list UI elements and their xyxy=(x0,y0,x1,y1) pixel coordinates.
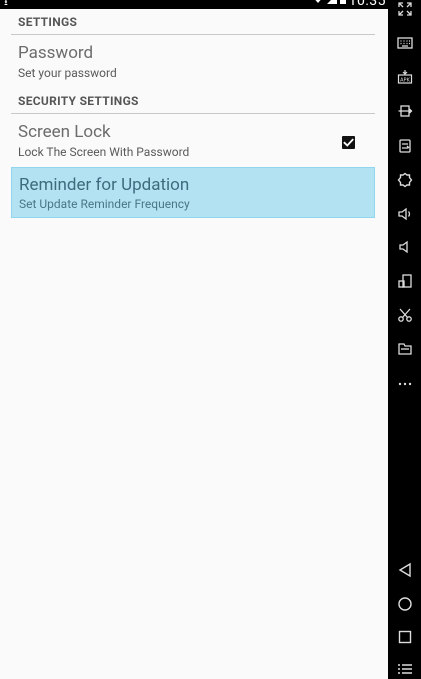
volume-down-icon[interactable] xyxy=(396,238,414,256)
expand-icon[interactable] xyxy=(396,0,414,18)
pref-summary: Set Update Reminder Frequency xyxy=(19,197,190,211)
back-icon[interactable] xyxy=(396,561,414,579)
signal-icon xyxy=(326,0,337,8)
screenshot-icon[interactable] xyxy=(396,272,414,290)
download-icon: ⭳ xyxy=(4,0,8,8)
pref-password[interactable]: Password Set your password xyxy=(11,36,375,86)
pref-summary: Set your password xyxy=(18,66,117,80)
category-title: SECURITY SETTINGS xyxy=(18,94,139,108)
check-icon xyxy=(343,138,354,147)
volume-up-icon[interactable] xyxy=(396,205,414,223)
category-title: SETTINGS xyxy=(18,15,78,29)
overview-icon[interactable] xyxy=(396,628,414,646)
emulator-window: ⭳ 10:35 SETTINGS Password Set your passw… xyxy=(0,0,421,679)
screen-lock-checkbox[interactable] xyxy=(342,136,355,149)
menu-icon[interactable] xyxy=(396,660,414,678)
svg-text:APK: APK xyxy=(400,78,410,84)
pref-title: Screen Lock xyxy=(18,122,111,142)
battery-icon xyxy=(339,0,346,8)
category-security-settings: SECURITY SETTINGS xyxy=(11,88,375,114)
category-settings: SETTINGS xyxy=(11,9,375,35)
rotate-right-icon[interactable] xyxy=(396,137,414,155)
rotate-left-icon[interactable] xyxy=(396,102,414,120)
keyboard-icon[interactable] xyxy=(396,34,414,52)
cut-icon[interactable] xyxy=(396,306,414,324)
device-screen: ⭳ 10:35 SETTINGS Password Set your passw… xyxy=(0,0,388,679)
emulator-toolbar: APK xyxy=(388,0,421,679)
more-icon[interactable] xyxy=(396,374,414,392)
wifi-icon xyxy=(312,0,324,8)
apk-install-icon[interactable]: APK xyxy=(396,68,414,86)
pref-reminder-for-updation[interactable]: Reminder for Updation Set Update Reminde… xyxy=(11,167,375,218)
pref-title: Reminder for Updation xyxy=(19,175,190,195)
home-icon[interactable] xyxy=(396,595,414,613)
settings-icon[interactable] xyxy=(396,171,414,189)
status-time: 10:35 xyxy=(348,0,386,9)
pref-summary: Lock The Screen With Password xyxy=(18,145,190,159)
pref-title: Password xyxy=(18,43,94,63)
status-icons: 10:35 xyxy=(312,0,386,8)
pref-screen-lock[interactable]: Screen Lock Lock The Screen With Passwor… xyxy=(11,115,375,165)
folder-icon[interactable] xyxy=(396,340,414,358)
status-bar: ⭳ 10:35 xyxy=(0,0,388,9)
